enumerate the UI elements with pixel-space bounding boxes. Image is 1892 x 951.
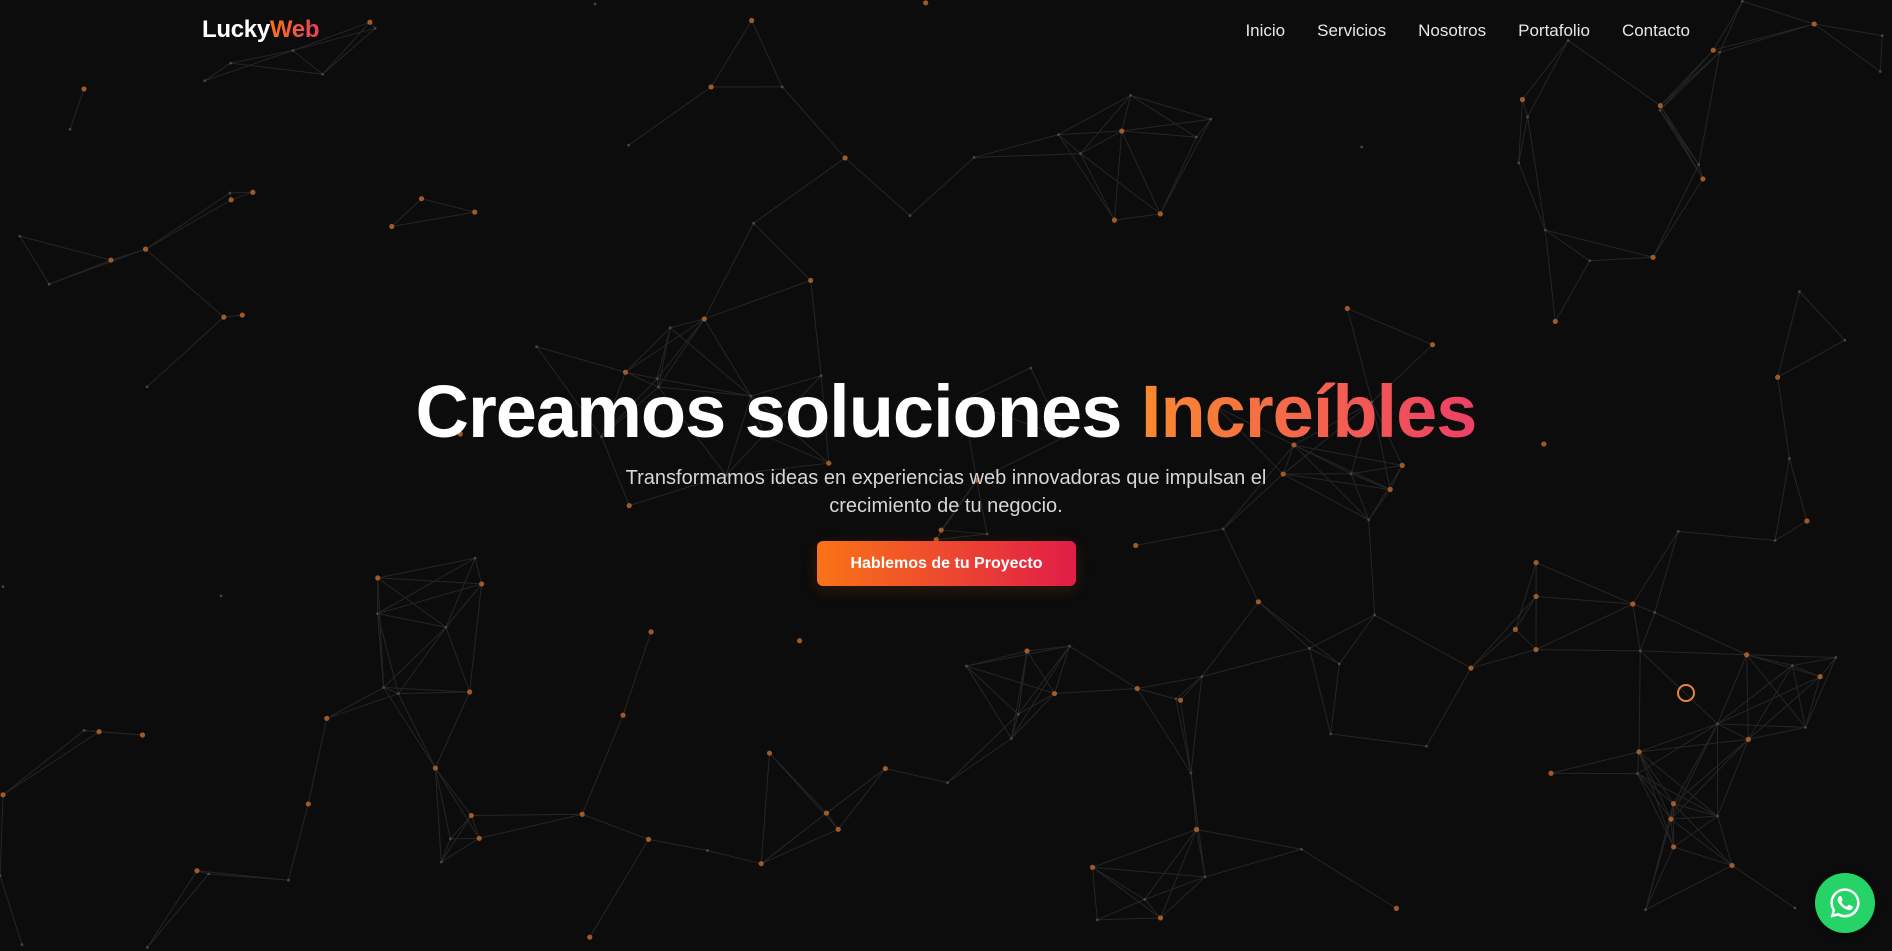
- cursor-ring-icon: [1677, 684, 1695, 702]
- nav-link-servicios[interactable]: Servicios: [1317, 21, 1386, 41]
- navbar: LuckyWeb Inicio Servicios Nosotros Porta…: [0, 0, 1892, 62]
- logo-text-web: Web: [269, 16, 320, 43]
- whatsapp-button[interactable]: [1815, 873, 1875, 933]
- logo[interactable]: LuckyWeb: [202, 16, 320, 44]
- headline-accent-text: Increíbles: [1140, 370, 1478, 453]
- headline-main-text: Creamos soluciones: [415, 370, 1123, 453]
- logo-text-lucky: Lucky: [202, 16, 270, 43]
- whatsapp-icon: [1830, 888, 1860, 918]
- cta-button[interactable]: Hablemos de tu Proyecto: [817, 541, 1076, 586]
- nav-link-inicio[interactable]: Inicio: [1245, 21, 1285, 41]
- nav-link-nosotros[interactable]: Nosotros: [1418, 21, 1486, 41]
- nav-menu: Inicio Servicios Nosotros Portafolio Con…: [1245, 21, 1690, 41]
- page: LuckyWeb Inicio Servicios Nosotros Porta…: [0, 0, 1892, 951]
- nav-link-contacto[interactable]: Contacto: [1622, 21, 1690, 41]
- hero-subtitle: Transformamos ideas en experiencias web …: [625, 467, 1267, 517]
- hero-headline: Creamos soluciones Increíbles: [0, 368, 1892, 456]
- nav-link-portafolio[interactable]: Portafolio: [1518, 21, 1590, 41]
